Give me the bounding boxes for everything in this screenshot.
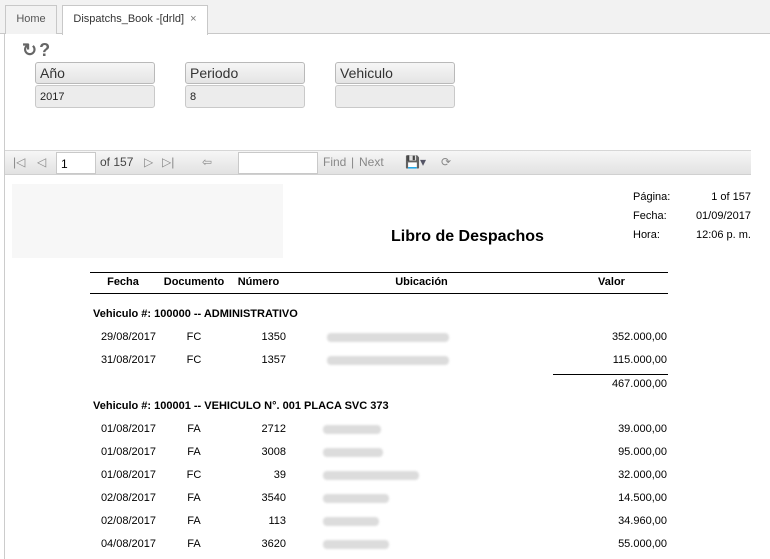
page-count: of 157 (100, 155, 134, 169)
pagina-label: Página: (633, 191, 671, 203)
tab-home[interactable]: Home (5, 5, 57, 34)
cell-fecha: 02/08/2017 (100, 515, 156, 527)
param-year-label: Año (35, 62, 155, 84)
tab-home-label: Home (16, 13, 46, 25)
cell-numero: 2712 (261, 423, 286, 435)
cell-numero: 1350 (261, 331, 286, 343)
cell-fecha: 04/08/2017 (100, 538, 156, 550)
cell-valor: 352.000,00 (611, 331, 667, 343)
cell-numero: 39 (273, 469, 286, 481)
cell-documento: FA (187, 492, 201, 504)
redacted-location (323, 448, 383, 457)
close-icon[interactable]: × (190, 13, 196, 25)
cell-valor: 34.960,00 (618, 515, 667, 527)
next-link[interactable]: Next (359, 155, 384, 169)
cell-numero: 3008 (261, 446, 286, 458)
cell-numero: 113 (268, 515, 286, 527)
redacted-location (323, 494, 389, 503)
cell-numero: 3540 (261, 492, 286, 504)
cell-fecha: 01/08/2017 (100, 469, 156, 481)
cell-documento: FA (187, 423, 201, 435)
report-toolbar: |◁ ◁ 1 of 157 ▷ ▷| ⇦ Find | Next 💾▾ ⟳ (5, 150, 751, 175)
group-header: Vehiculo #: 100000 -- ADMINISTRATIVO (93, 308, 298, 320)
cell-documento: FA (187, 515, 201, 527)
page-number-input[interactable]: 1 (56, 152, 96, 174)
subtotal-line (553, 374, 668, 375)
cell-documento: FC (186, 354, 202, 366)
fecha-label: Fecha: (633, 210, 667, 222)
find-link[interactable]: Find (323, 155, 346, 169)
col-numero: Número (237, 276, 280, 288)
cell-fecha: 02/08/2017 (100, 492, 156, 504)
header-top-line (90, 272, 668, 273)
cell-documento: FA (187, 538, 201, 550)
param-vehicle-label: Vehiculo (335, 62, 455, 84)
prev-page-icon[interactable]: ◁ (37, 155, 46, 169)
last-page-icon[interactable]: ▷| (162, 155, 174, 169)
cell-documento: FA (187, 446, 201, 458)
cell-numero: 1357 (261, 354, 286, 366)
refresh-report-icon[interactable]: ⟳ (441, 155, 451, 169)
report-page: Libro de Despachos Página: 1 of 157 Fech… (5, 176, 751, 559)
tab-dispatchs-book-label: Dispatchs_Book -[drld] (73, 13, 185, 25)
hora-value: 12:06 p. m. (695, 229, 751, 241)
col-valor: Valor (598, 276, 625, 288)
cell-fecha: 31/08/2017 (100, 354, 156, 366)
report-title: Libro de Despachos (391, 228, 544, 245)
find-input[interactable] (238, 152, 318, 174)
cell-valor: 95.000,00 (618, 446, 667, 458)
save-icon[interactable]: 💾▾ (405, 155, 426, 169)
cell-numero: 3620 (261, 538, 286, 550)
param-period-label: Periodo (185, 62, 305, 84)
cell-valor: 14.500,00 (618, 492, 667, 504)
first-page-icon[interactable]: |◁ (13, 155, 25, 169)
help-icon[interactable]: ? (39, 40, 50, 61)
cell-valor: 55.000,00 (618, 538, 667, 550)
tab-dispatchs-book[interactable]: Dispatchs_Book -[drld] × (62, 5, 208, 35)
tab-bar: Home Dispatchs_Book -[drld] × (0, 0, 770, 35)
redacted-location (327, 356, 449, 365)
cell-fecha: 29/08/2017 (100, 331, 156, 343)
col-documento: Documento (163, 276, 225, 288)
redacted-location (327, 333, 449, 342)
subtotal-value: 467.000,00 (611, 378, 667, 390)
cell-fecha: 01/08/2017 (100, 446, 156, 458)
cell-fecha: 01/08/2017 (100, 423, 156, 435)
next-page-icon[interactable]: ▷ (144, 155, 153, 169)
redacted-location (323, 425, 381, 434)
group-header: Vehiculo #: 100001 -- VEHICULO N°. 001 P… (93, 400, 389, 412)
hora-label: Hora: (633, 229, 660, 241)
cell-documento: FC (186, 469, 202, 481)
cell-documento: FC (186, 331, 202, 343)
report-logo (12, 184, 283, 258)
header-bottom-line (90, 293, 668, 294)
cell-valor: 39.000,00 (618, 423, 667, 435)
col-fecha: Fecha (107, 276, 139, 288)
param-year-value[interactable]: 2017 (35, 85, 155, 108)
refresh-icon[interactable]: ↻ (22, 40, 37, 61)
redacted-location (323, 540, 389, 549)
param-vehicle-value[interactable] (335, 85, 455, 108)
redacted-location (323, 517, 379, 526)
fecha-value: 01/09/2017 (695, 210, 751, 222)
pagina-value: 1 of 157 (711, 191, 751, 203)
back-icon[interactable]: ⇦ (202, 155, 212, 169)
cell-valor: 32.000,00 (618, 469, 667, 481)
col-ubicacion: Ubicación (395, 276, 448, 288)
find-separator: | (351, 155, 355, 169)
param-period-value[interactable]: 8 (185, 85, 305, 108)
cell-valor: 115.000,00 (612, 354, 667, 366)
redacted-location (323, 471, 419, 480)
